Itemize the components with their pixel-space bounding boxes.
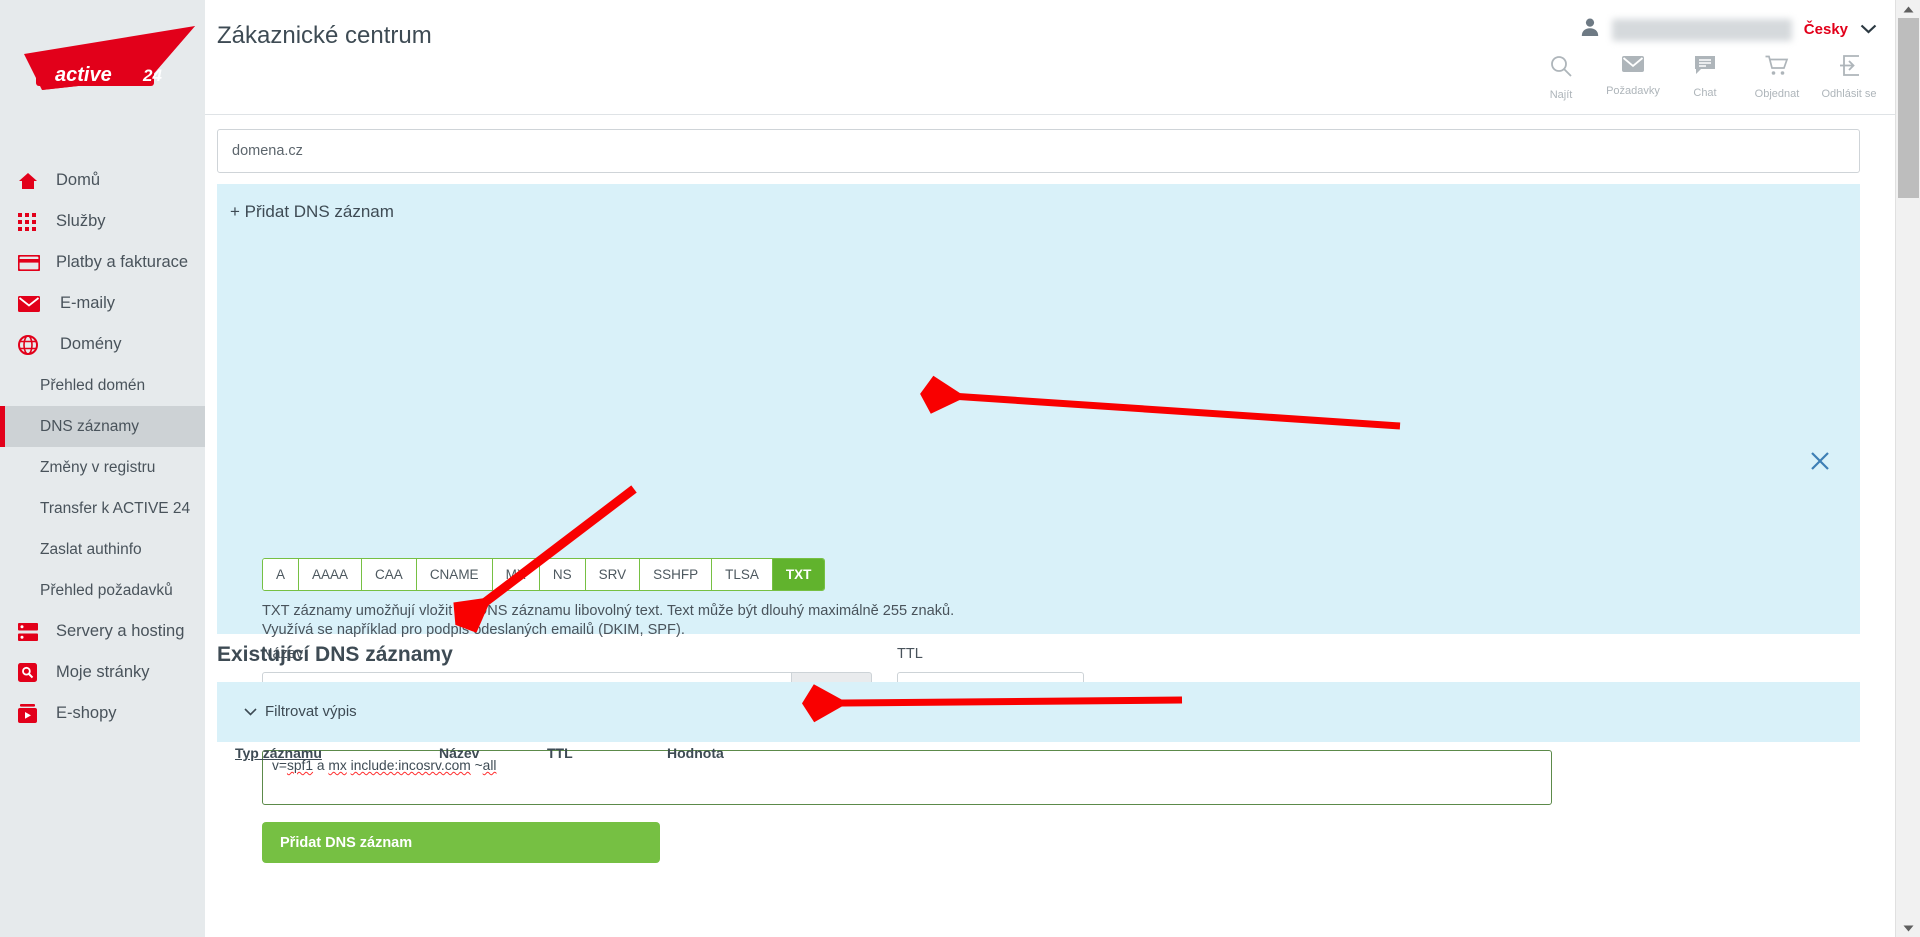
logout-icon xyxy=(1839,55,1860,81)
shop-icon xyxy=(18,703,46,725)
header-tool-label: Objednat xyxy=(1754,88,1800,100)
mail-icon xyxy=(1621,55,1645,78)
header-tool-label: Chat xyxy=(1693,87,1717,99)
envelope-icon xyxy=(18,293,46,315)
sidebar-label: Přehled domén xyxy=(40,376,146,394)
existing-records-title: Existující DNS záznamy xyxy=(217,643,453,666)
logo-wordmark: active xyxy=(55,64,112,86)
add-dns-record-link[interactable]: + Přidat DNS záznam xyxy=(230,202,394,222)
sidebar-label: Služby xyxy=(56,212,106,230)
header-tool-odhlasit-se[interactable]: Odhlásit se xyxy=(1813,55,1885,101)
server-icon xyxy=(18,621,46,643)
header-toolbar: Najít Požadavky Chat Objednat Odhlásit s… xyxy=(1525,55,1885,101)
globe-icon xyxy=(18,334,46,356)
record-type-tab-a[interactable]: A xyxy=(263,559,300,590)
user-account-name xyxy=(1611,18,1792,41)
column-header-ttl: TTL xyxy=(547,745,573,761)
sidebar-label: Změny v registru xyxy=(40,458,156,476)
filter-toggle[interactable]: Filtrovat výpis xyxy=(244,703,357,720)
sidebar-label: E-shopy xyxy=(56,704,117,722)
grid-icon xyxy=(18,211,46,233)
chevron-down-icon[interactable] xyxy=(1860,21,1877,39)
page-title: Zákaznické centrum xyxy=(217,22,432,49)
sidebar-label: Zaslat authinfo xyxy=(40,540,142,558)
add-dns-record-button[interactable]: Přidat DNS záznam xyxy=(262,822,660,863)
record-type-tab-caa[interactable]: CAA xyxy=(362,559,417,590)
header-tool-label: Odhlásit se xyxy=(1821,88,1877,100)
record-type-tab-aaaa[interactable]: AAAA xyxy=(299,559,363,590)
record-type-tab-txt[interactable]: TXT xyxy=(772,559,825,590)
record-type-tab-ns[interactable]: NS xyxy=(539,559,586,590)
search-icon xyxy=(1550,55,1572,82)
header-tool-objednat[interactable]: Objednat xyxy=(1741,55,1813,101)
sidebar-label: DNS záznamy xyxy=(40,417,140,435)
record-type-description: TXT záznamy umožňují vložit do DNS zázna… xyxy=(262,602,1362,641)
scroll-up-arrow-icon[interactable] xyxy=(1896,0,1920,18)
page-root: active 24 Domů Služby Platby a fakturace… xyxy=(0,0,1920,937)
record-type-tab-sshfp[interactable]: SSHFP xyxy=(640,559,713,590)
main-content: domena.cz + Přidat DNS záznam A AAAA CAA… xyxy=(205,115,1895,937)
cart-icon xyxy=(1765,55,1789,81)
page-scrollbar[interactable] xyxy=(1895,0,1920,937)
record-type-tab-mx[interactable]: MX xyxy=(492,559,540,590)
sidebar-label: Platby a fakturace xyxy=(56,253,189,271)
card-icon xyxy=(18,252,46,274)
header-tool-label: Najít xyxy=(1549,89,1573,101)
record-type-description-line2: Využívá se například pro podpis odeslaný… xyxy=(262,622,685,639)
record-type-tabs: A AAAA CAA CNAME MX NS SRV SSHFP TLSA TX… xyxy=(262,558,826,591)
header-tool-label: Požadavky xyxy=(1606,85,1660,97)
scroll-down-arrow-icon[interactable] xyxy=(1896,919,1920,937)
records-table-header: Typ záznamu Název TTL Hodnota xyxy=(217,745,1860,775)
column-header-value: Hodnota xyxy=(667,745,724,761)
language-selector[interactable]: Česky xyxy=(1804,21,1848,38)
add-dns-record-panel: + Přidat DNS záznam A AAAA CAA CNAME MX … xyxy=(217,184,1860,863)
header-tool-chat[interactable]: Chat xyxy=(1669,55,1741,101)
sidebar-label: Domů xyxy=(56,171,101,189)
header-tool-najit[interactable]: Najít xyxy=(1525,55,1597,101)
record-type-description-line1: TXT záznamy umožňují vložit do DNS zázna… xyxy=(262,603,955,619)
sidebar-label: Transfer k ACTIVE 24 xyxy=(40,499,191,517)
page-header: Zákaznické centrum Česky Najít Požadavky… xyxy=(205,0,1895,115)
column-header-type[interactable]: Typ záznamu xyxy=(235,745,322,761)
user-avatar-icon[interactable] xyxy=(1580,17,1600,42)
sidebar-label: Domény xyxy=(60,335,122,353)
sidebar-label: Přehled požadavků xyxy=(40,581,173,599)
scrollbar-thumb[interactable] xyxy=(1898,18,1919,198)
chevron-down-icon xyxy=(244,703,257,720)
chat-icon xyxy=(1694,55,1716,80)
sidebar-label: Moje stránky xyxy=(56,663,150,681)
user-account-row: Česky xyxy=(1580,17,1877,42)
filter-toggle-label: Filtrovat výpis xyxy=(265,703,357,720)
ttl-field-label: TTL xyxy=(897,646,923,662)
record-type-tab-cname[interactable]: CNAME xyxy=(416,559,493,590)
record-type-tab-tlsa[interactable]: TLSA xyxy=(712,559,773,590)
record-type-tab-srv[interactable]: SRV xyxy=(585,559,641,590)
header-tool-pozadavky[interactable]: Požadavky xyxy=(1597,55,1669,101)
home-icon xyxy=(18,170,46,192)
close-icon[interactable] xyxy=(1809,450,1831,472)
filter-panel: Filtrovat výpis xyxy=(217,682,1860,742)
logo-24: 24 xyxy=(142,66,162,85)
sidebar-label: Servery a hosting xyxy=(56,622,185,640)
domain-input[interactable]: domena.cz xyxy=(217,129,1860,173)
magnifier-box-icon xyxy=(18,662,46,684)
column-header-name: Název xyxy=(439,745,480,761)
sidebar-label: E-maily xyxy=(60,294,116,312)
